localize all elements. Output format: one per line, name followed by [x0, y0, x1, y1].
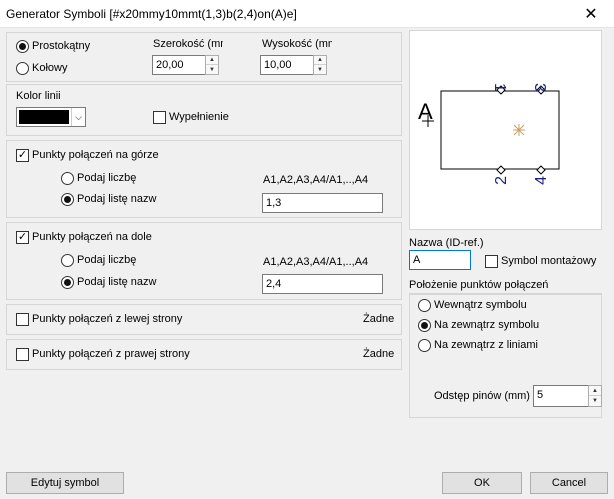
color-dropdown[interactable]: ⌵ — [16, 107, 86, 127]
spin-down-icon[interactable]: ▼ — [206, 65, 218, 74]
top-count-label: Podaj liczbę — [77, 172, 137, 184]
top-count-radio[interactable] — [61, 172, 74, 185]
pin-label-bottom: 4 — [533, 176, 550, 185]
bottom-pins-title: Punkty połączeń na dole — [32, 231, 152, 243]
spin-up-icon[interactable]: ▲ — [314, 56, 326, 65]
left-pins-status: Żadne — [363, 313, 395, 325]
pin-marker — [536, 165, 546, 175]
cancel-button[interactable]: Cancel — [530, 472, 608, 494]
height-spinner[interactable]: ▲ ▼ — [313, 55, 327, 75]
pin-label-top: 1 — [491, 83, 508, 92]
window-title: Generator Symboli [#x20mmy10mmt(1,3)b(2,… — [6, 7, 297, 21]
bottom-pins-checkbox[interactable]: ✓ — [16, 231, 29, 244]
symbol-rect — [440, 90, 560, 170]
top-hint: A1,A2,A3,A4/A1,..,A4 — [263, 174, 369, 186]
bottom-list-radio[interactable] — [61, 276, 74, 289]
name-label: Nazwa (ID-ref.) — [409, 237, 484, 249]
top-list-radio[interactable] — [61, 193, 74, 206]
edit-symbol-button[interactable]: Edytuj symbol — [6, 472, 124, 494]
bottom-hint: A1,A2,A3,A4/A1,..,A4 — [263, 256, 369, 268]
pin-label-top: 3 — [531, 83, 548, 92]
rect-radio[interactable] — [16, 40, 29, 53]
ok-button[interactable]: OK — [442, 472, 522, 494]
pitch-label: Odstęp pinów (mm) — [434, 390, 530, 402]
top-pins-checkbox[interactable]: ✓ — [16, 149, 29, 162]
spin-up-icon[interactable]: ▲ — [206, 56, 218, 65]
circle-radio[interactable] — [16, 62, 29, 75]
symbol-preview: A 1 3 2 4 — [409, 30, 602, 230]
mounting-label: Symbol montażowy — [501, 255, 597, 267]
color-swatch — [19, 110, 69, 124]
height-input[interactable]: 10,00 — [260, 55, 314, 75]
top-list-input[interactable]: 1,3 — [262, 193, 383, 213]
spin-up-icon[interactable]: ▲ — [589, 386, 601, 396]
pitch-input[interactable]: 5 — [533, 385, 589, 407]
right-pins-title: Punkty połączeń z prawej strony — [32, 348, 190, 360]
placement-label: Położenie punktów połączeń — [409, 279, 549, 291]
height-label: Wysokość (mm — [262, 38, 332, 50]
pitch-spinner[interactable]: ▲ ▼ — [588, 385, 602, 407]
rect-label: Prostokątny — [32, 40, 91, 52]
inside-radio[interactable] — [418, 299, 431, 312]
circle-label: Kołowy — [32, 62, 68, 74]
name-input[interactable]: A — [409, 250, 471, 270]
spin-down-icon[interactable]: ▼ — [589, 396, 601, 406]
pin-marker — [496, 165, 506, 175]
outside-label: Na zewnątrz symbolu — [434, 319, 540, 331]
outside-lines-radio[interactable] — [418, 339, 431, 352]
line-color-label: Kolor linii — [16, 90, 61, 102]
bottom-list-input[interactable]: 2,4 — [262, 274, 383, 294]
outside-lines-label: Na zewnątrz z liniami — [434, 339, 538, 351]
left-pins-checkbox[interactable] — [16, 313, 29, 326]
mounting-checkbox[interactable] — [485, 255, 498, 268]
close-icon[interactable]: ✕ — [568, 0, 614, 28]
top-list-label: Podaj listę nazw — [77, 193, 157, 205]
bottom-count-radio[interactable] — [61, 254, 74, 267]
fill-checkbox[interactable] — [153, 111, 166, 124]
inside-label: Wewnątrz symbolu — [434, 299, 527, 311]
left-pins-title: Punkty połączeń z lewej strony — [32, 313, 183, 325]
width-spinner[interactable]: ▲ ▼ — [205, 55, 219, 75]
width-label: Szerokość (mm — [153, 38, 223, 50]
spin-down-icon[interactable]: ▼ — [314, 65, 326, 74]
width-input[interactable]: 20,00 — [152, 55, 206, 75]
preview-canvas: A 1 3 2 4 — [418, 83, 560, 185]
pin-label-bottom: 2 — [493, 176, 510, 185]
title-bar: Generator Symboli [#x20mmy10mmt(1,3)b(2,… — [0, 0, 614, 28]
right-pins-status: Żadne — [363, 348, 395, 360]
bottom-count-label: Podaj liczbę — [77, 254, 137, 266]
right-pins-checkbox[interactable] — [16, 348, 29, 361]
fill-label: Wypełnienie — [169, 111, 229, 123]
chevron-down-icon[interactable]: ⌵ — [71, 108, 85, 126]
symbol-name-text: A — [418, 99, 433, 124]
top-pins-title: Punkty połączeń na górze — [32, 149, 159, 161]
outside-radio[interactable] — [418, 319, 431, 332]
bottom-list-label: Podaj listę nazw — [77, 276, 157, 288]
